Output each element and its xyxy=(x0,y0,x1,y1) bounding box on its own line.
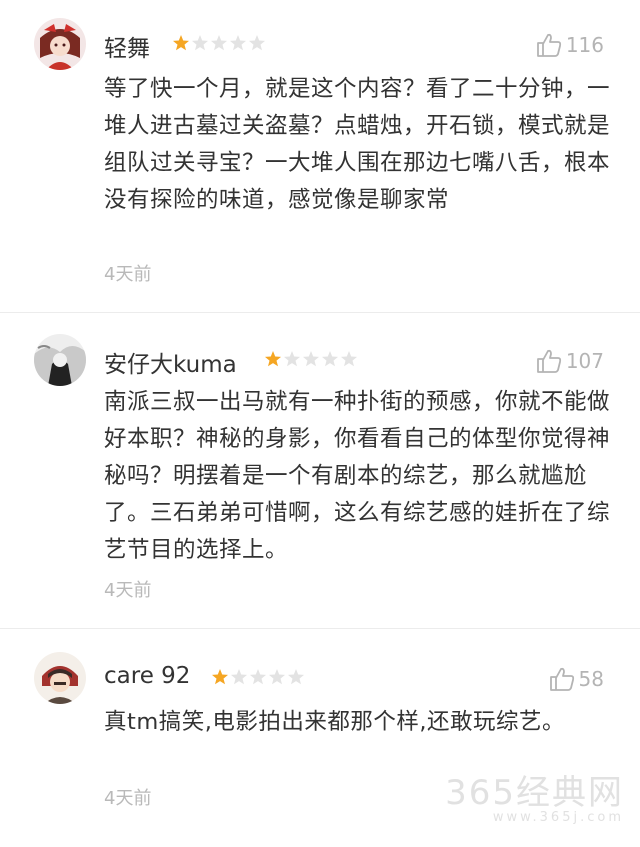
star-filled-icon xyxy=(173,35,189,51)
like-count: 58 xyxy=(578,667,604,691)
thumbs-up-icon xyxy=(549,667,574,691)
comment-time: 4天前 xyxy=(104,264,152,285)
star-empty-icon xyxy=(250,669,266,685)
star-empty-icon xyxy=(192,35,208,51)
star-empty-icon xyxy=(269,669,285,685)
divider xyxy=(0,312,640,313)
like-count: 107 xyxy=(565,349,604,373)
like-button[interactable]: 58 xyxy=(549,667,604,691)
comment-text: 真tm搞笑,电影拍出来都那个样,还敢玩综艺。 xyxy=(104,709,566,735)
star-empty-icon xyxy=(322,351,338,367)
star-rating xyxy=(211,668,305,686)
comment-text: 等了快一个月，就是这个内容？看了二十分钟，一堆人进古墓过关盗墓？点蜡烛，开石锁，… xyxy=(104,76,611,213)
username[interactable]: 安仔大kuma xyxy=(104,345,237,379)
star-empty-icon xyxy=(303,351,319,367)
avatar[interactable] xyxy=(34,18,86,70)
star-empty-icon xyxy=(284,351,300,367)
divider xyxy=(0,628,640,629)
comment-text: 南派三叔一出马就有一种扑街的预感，你就不能做好本职？神秘的身影，你看看自己的体型… xyxy=(104,389,611,563)
like-count: 116 xyxy=(565,33,604,57)
star-empty-icon xyxy=(230,35,246,51)
avatar[interactable] xyxy=(34,652,86,704)
star-rating xyxy=(172,34,266,52)
avatar[interactable] xyxy=(34,334,86,386)
star-filled-icon xyxy=(265,351,281,367)
like-button[interactable]: 107 xyxy=(536,349,604,373)
star-rating xyxy=(264,350,358,368)
star-empty-icon xyxy=(341,351,357,367)
comment-feed: 轻舞 116 等了快一个月，就是这个内容？看了二十分钟，一堆人进古墓过关盗墓？点… xyxy=(0,0,640,847)
star-filled-icon xyxy=(212,669,228,685)
watermark: 365经典网 www.365j.com xyxy=(445,765,624,825)
thumbs-up-icon xyxy=(536,33,561,57)
like-button[interactable]: 116 xyxy=(536,33,604,57)
username[interactable]: care 92 xyxy=(104,663,190,689)
comment-time: 4天前 xyxy=(104,580,152,601)
star-empty-icon xyxy=(288,669,304,685)
thumbs-up-icon xyxy=(536,349,561,373)
star-empty-icon xyxy=(231,669,247,685)
comment-time: 4天前 xyxy=(104,788,152,809)
watermark-brand: 365经典网 xyxy=(445,773,624,813)
username[interactable]: 轻舞 xyxy=(104,29,150,63)
star-empty-icon xyxy=(211,35,227,51)
star-empty-icon xyxy=(249,35,265,51)
